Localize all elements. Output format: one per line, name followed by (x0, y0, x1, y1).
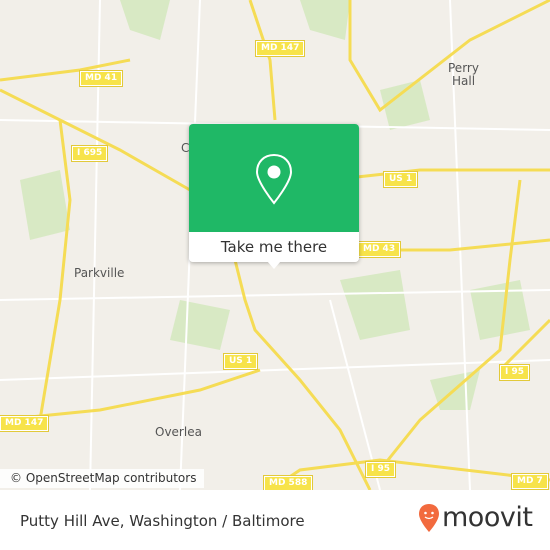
location-title: Putty Hill Ave, Washington / Baltimore (20, 512, 305, 530)
moovit-pin-icon (419, 503, 439, 532)
route-shield: MD 147 (254, 40, 306, 57)
moovit-logo: moovit (418, 502, 533, 533)
take-me-there-button[interactable]: Take me there (189, 232, 359, 262)
map[interactable]: MD 147 MD 41 I 695 US 1 MD 43 US 1 I 95 … (0, 0, 550, 490)
route-shield: MD 588 (262, 475, 314, 490)
place-label: Hall (452, 74, 476, 88)
route-shield: MD 147 (0, 415, 50, 432)
route-shield: US 1 (222, 353, 259, 370)
location-popup: Take me there (189, 124, 359, 269)
route-shield: I 95 (364, 461, 397, 478)
route-shield: US 1 (382, 171, 419, 188)
place-label: Overlea (155, 425, 202, 439)
moovit-wordmark: moovit (442, 502, 533, 533)
attribution[interactable]: © OpenStreetMap contributors (0, 469, 205, 488)
place-label: Perry (448, 61, 479, 75)
footer: Putty Hill Ave, Washington / Baltimore m… (0, 490, 550, 550)
route-shield: MD 43 (356, 241, 402, 258)
map-pin-icon (255, 153, 293, 205)
popup-header (189, 124, 359, 232)
popup-tail (267, 261, 281, 269)
route-shield: MD 41 (78, 70, 124, 87)
place-label: Parkville (74, 266, 125, 280)
route-shield: I 695 (70, 145, 109, 162)
route-shield: I 95 (498, 364, 531, 381)
route-shield: MD 7 (511, 473, 549, 490)
